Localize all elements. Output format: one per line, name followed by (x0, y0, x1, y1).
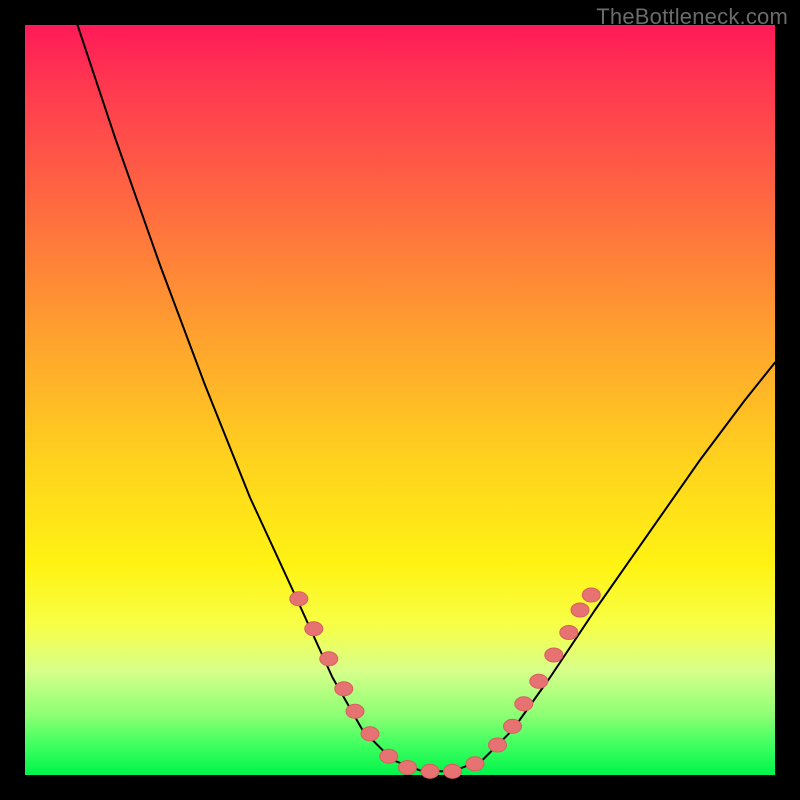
curve-marker (399, 760, 417, 774)
curve-marker (504, 719, 522, 733)
curve-marker (361, 727, 379, 741)
curve-marker (571, 603, 589, 617)
curve-marker (545, 648, 563, 662)
curve-marker (421, 764, 439, 778)
curve-marker (320, 652, 338, 666)
plot-area (25, 25, 775, 775)
curve-svg (25, 25, 775, 775)
curve-marker (346, 704, 364, 718)
curve-marker (515, 697, 533, 711)
curve-marker (530, 674, 548, 688)
bottleneck-curve (78, 25, 776, 771)
curve-marker (560, 625, 578, 639)
curve-marker (335, 682, 353, 696)
curve-marker (290, 592, 308, 606)
curve-marker (380, 749, 398, 763)
curve-marker (582, 588, 600, 602)
curve-marker (305, 622, 323, 636)
curve-marker (466, 757, 484, 771)
curve-marker (444, 764, 462, 778)
curve-marker (489, 738, 507, 752)
chart-frame: TheBottleneck.com (0, 0, 800, 800)
